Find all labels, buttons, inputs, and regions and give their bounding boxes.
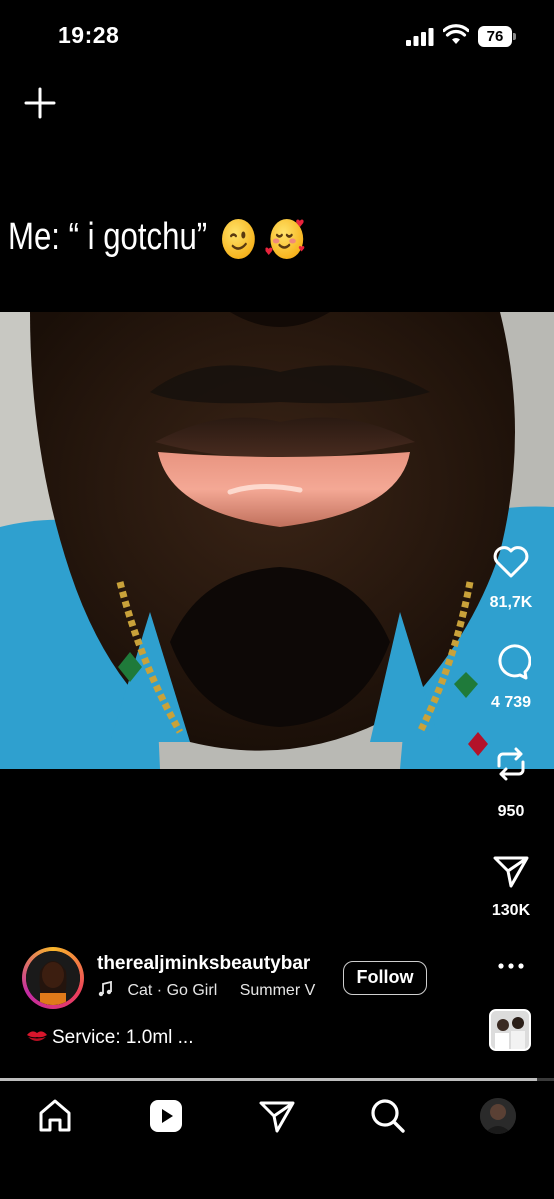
- follow-button[interactable]: Follow: [343, 961, 427, 995]
- wifi-icon: [443, 24, 469, 44]
- battery-indicator: 76: [478, 26, 516, 47]
- description-text: Service: 1.0ml ...: [52, 1027, 194, 1048]
- plus-icon[interactable]: [24, 87, 56, 119]
- like-count: 81,7K: [489, 594, 533, 611]
- caption-text: Me: “ i gotchu”: [8, 216, 208, 258]
- battery-level: 76: [486, 28, 504, 45]
- reels-icon[interactable]: [146, 1096, 186, 1136]
- winking-face-icon: [222, 218, 256, 259]
- home-icon[interactable]: [35, 1096, 75, 1136]
- profile-avatar[interactable]: [480, 1098, 516, 1134]
- comment-icon[interactable]: [491, 642, 531, 682]
- audio-track-name: Cat · Go Girl: [127, 982, 218, 999]
- repost-icon[interactable]: [491, 744, 531, 784]
- search-icon[interactable]: [368, 1096, 408, 1136]
- music-note-icon: [98, 981, 112, 997]
- author-avatar[interactable]: [22, 947, 84, 1009]
- audio-track[interactable]: Cat · Go Girl Summer V: [97, 981, 327, 1000]
- smiling-face-hearts-icon: [265, 218, 305, 259]
- send-icon[interactable]: [257, 1096, 297, 1136]
- kiss-mark-icon: [27, 1031, 47, 1041]
- audio-thumbnail[interactable]: [489, 1009, 531, 1051]
- share-icon[interactable]: [491, 852, 531, 892]
- audio-track-next: Summer V: [239, 982, 316, 999]
- signal-icon: [406, 28, 434, 46]
- repost-count: 950: [497, 803, 525, 820]
- share-count: 130K: [491, 902, 531, 919]
- comment-count: 4 739: [490, 694, 532, 711]
- video-progress-fill: [0, 1078, 538, 1081]
- more-icon[interactable]: [497, 954, 525, 978]
- post-description[interactable]: Service: 1.0ml ...: [26, 1027, 194, 1049]
- author-username[interactable]: therealjminksbeautybar: [97, 953, 310, 975]
- post-image[interactable]: [0, 312, 554, 769]
- post-caption: Me: “ i gotchu”: [8, 216, 305, 259]
- status-time: 19:28: [58, 22, 120, 48]
- video-progress-bar[interactable]: [0, 1078, 554, 1081]
- heart-icon[interactable]: [491, 542, 531, 582]
